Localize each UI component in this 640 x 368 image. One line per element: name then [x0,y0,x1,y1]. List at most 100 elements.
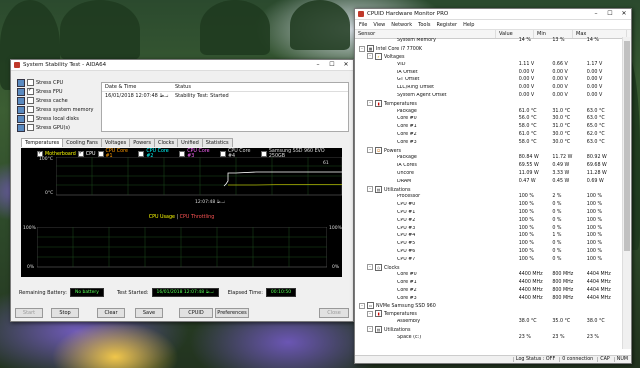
tab-clocks[interactable]: Clocks [153,138,179,147]
sensor-name: Voltages [384,54,405,60]
stress-option[interactable]: Stress FPU [17,87,97,96]
preferences-button[interactable]: Preferences [215,308,249,318]
save-button[interactable]: Save [135,308,163,318]
close-icon[interactable]: ✕ [339,60,353,70]
menu-register[interactable]: Register [436,22,457,28]
sensor-max: 4404 MHz [586,287,611,293]
hwmonitor-app-icon [358,11,364,17]
sensor-row[interactable]: Core #2 61.0 °C 30.0 °C 62.0 °C [355,131,621,139]
stress-option[interactable]: Stress local disks [17,114,97,123]
sensor-row[interactable]: CPU #3 100 % 0 % 100 % [355,224,621,232]
collapse-toggle-icon[interactable]: - [367,264,373,270]
sensor-row[interactable]: Assembly 38.0 °C 35.0 °C 38.0 °C [355,318,621,326]
stress-label: Stress cache [36,97,68,104]
stress-option[interactable]: Stress CPU [17,78,97,87]
sensor-row[interactable]: Core #1 58.0 °C 31.0 °C 65.0 °C [355,123,621,131]
sensor-row[interactable]: LLC/Ring Offset 0.00 V 0.00 V 0.00 V [355,84,621,92]
sensor-row[interactable]: Core #3 58.0 °C 30.0 °C 63.0 °C [355,138,621,146]
sensor-row[interactable]: Core #3 4400 MHz 800 MHz 4404 MHz [355,294,621,302]
sensor-group[interactable]: - ▤ Utilizations [355,325,621,333]
cpuid-button[interactable]: CPUID [179,308,213,318]
sensor-row[interactable]: System Agent Offset 0.00 V 0.00 V 0.00 V [355,92,621,100]
stress-option[interactable]: Stress cache [17,96,97,105]
sensor-row[interactable]: Package 80.84 W 11.72 W 80.92 W [355,154,621,162]
sensor-row[interactable]: CPU #5 100 % 0 % 100 % [355,240,621,248]
collapse-toggle-icon[interactable]: - [367,147,373,154]
sensor-row[interactable]: Core #0 56.0 °C 30.0 °C 63.0 °C [355,115,621,123]
clear-button[interactable]: Clear [97,308,125,318]
collapse-toggle-icon[interactable]: - [367,100,373,107]
sensor-group[interactable]: - ▮ Temperatures [355,99,621,107]
sensor-name: Core #1 [397,280,417,286]
sensor-row[interactable]: IA Offset 0.00 V 0.00 V 0.00 V [355,68,621,76]
collapse-toggle-icon[interactable]: - [367,53,373,60]
hwmonitor-titlebar[interactable]: CPUID Hardware Monitor PRO – ☐ ✕ [355,9,631,20]
table-row[interactable]: 16/01/2018 12:07:48 نـ.ظ Stability Test:… [102,92,348,100]
stop-button[interactable]: Stop [51,308,79,318]
stress-checkbox[interactable] [27,87,34,95]
sensor-row[interactable]: Core #0 4400 MHz 800 MHz 4404 MHz [355,271,621,279]
sensor-row[interactable]: Processor 100 % 2 % 100 % [355,193,621,201]
collapse-toggle-icon[interactable]: - [367,326,373,333]
sensor-group[interactable]: - ◷ Clocks [355,263,621,271]
sensor-group[interactable]: - ▤ Utilizations [355,185,621,193]
stress-option[interactable]: Stress GPU(s) [17,123,97,132]
sensor-row[interactable]: Uncore 11.09 W 3.33 W 11.28 W [355,170,621,178]
sensor-row[interactable]: System Memory 14 % 13 % 14 % [355,37,621,45]
stress-checkbox[interactable] [27,97,34,104]
collapse-toggle-icon[interactable]: - [367,186,373,193]
sensor-row[interactable]: Package 61.0 °C 31.0 °C 63.0 °C [355,107,621,115]
start-button[interactable]: Start [15,308,43,318]
sensor-group[interactable]: - ⚡ Voltages [355,52,621,61]
stress-checkbox[interactable] [27,115,34,122]
sensor-row[interactable]: Space (c:) 23 % 23 % 23 % [355,333,621,341]
tab-unified[interactable]: Unified [177,138,203,147]
aida64-titlebar[interactable]: System Stability Test - AIDA64 – ☐ ✕ [11,60,353,71]
sensor-row[interactable]: CPU #4 100 % 1 % 100 % [355,232,621,240]
sensor-group[interactable]: - ▦ Intel Core i7 7700K [355,45,621,53]
stress-checkbox[interactable] [27,124,34,131]
close-button[interactable]: Close [319,308,349,318]
tab-temperatures[interactable]: Temperatures [21,138,64,147]
minimize-icon[interactable]: – [311,60,325,70]
sensor-name: CPU #1 [397,209,416,215]
stress-checkbox[interactable] [27,79,34,86]
sensor-row[interactable]: DRAM 0.47 W 0.45 W 0.69 W [355,177,621,185]
sensor-max: 100 % [586,225,603,231]
temperature-plot [56,157,342,196]
menu-tools[interactable]: Tools [418,22,430,28]
tab-voltages[interactable]: Voltages [100,138,131,147]
vertical-scrollbar[interactable] [622,37,631,349]
sensor-row[interactable]: GT Offset 0.00 V 0.00 V 0.00 V [355,76,621,84]
sensor-group[interactable]: - ▭ NVMe Samsung SSD 960 [355,302,621,310]
tab-cooling-fans[interactable]: Cooling Fans [62,138,102,147]
menu-view[interactable]: View [373,22,385,28]
stress-checkbox[interactable] [27,106,34,113]
collapse-toggle-icon[interactable]: - [367,310,373,317]
sensor-group[interactable]: - ⏻ Powers [355,146,621,154]
menu-help[interactable]: Help [463,22,474,28]
sensor-row[interactable]: VID 1.11 V 0.66 V 1.17 V [355,60,621,68]
sensor-row[interactable]: CPU #6 100 % 0 % 100 % [355,248,621,256]
tab-statistics[interactable]: Statistics [201,138,233,147]
sensor-row[interactable]: IA Cores 69.55 W 0.49 W 69.68 W [355,162,621,170]
sensor-row[interactable]: CPU #1 100 % 0 % 100 % [355,209,621,217]
sensor-row[interactable]: CPU #2 100 % 0 % 100 % [355,216,621,224]
menu-network[interactable]: Network [391,22,412,28]
menu-file[interactable]: File [359,22,367,28]
tab-powers[interactable]: Powers [129,138,155,147]
collapse-toggle-icon[interactable]: - [359,302,365,309]
maximize-icon[interactable]: ☐ [603,9,617,19]
sensor-value: 100 % [518,233,534,239]
sensor-row[interactable]: Core #2 4400 MHz 800 MHz 4404 MHz [355,287,621,295]
scrollbar-thumb[interactable] [624,41,630,251]
close-icon[interactable]: ✕ [617,9,631,19]
collapse-toggle-icon[interactable]: - [359,45,365,52]
sensor-row[interactable]: Core #1 4400 MHz 800 MHz 4404 MHz [355,279,621,287]
sensor-row[interactable]: CPU #0 100 % 0 % 100 % [355,201,621,209]
minimize-icon[interactable]: – [589,9,603,19]
sensor-row[interactable]: CPU #7 100 % 0 % 100 % [355,255,621,263]
sensor-group[interactable]: - ▮ Temperatures [355,310,621,318]
stress-option[interactable]: Stress system memory [17,105,97,114]
maximize-icon[interactable]: ☐ [325,60,339,70]
